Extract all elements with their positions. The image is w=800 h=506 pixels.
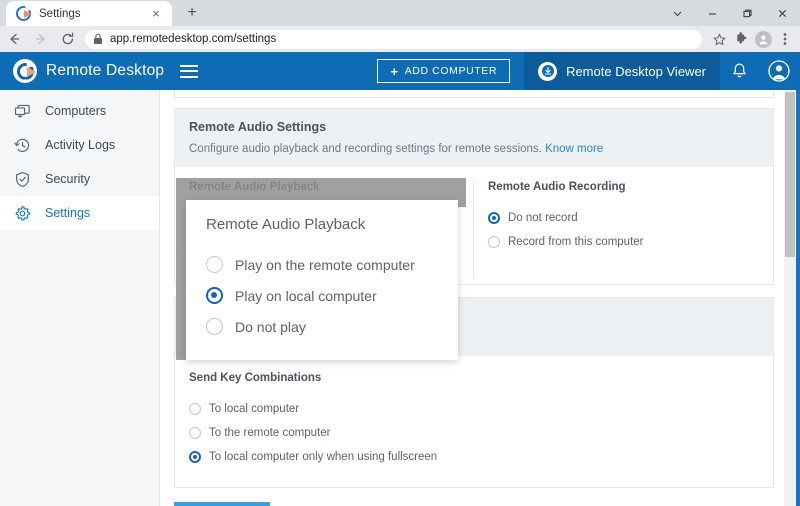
hamburger-menu-icon[interactable] <box>180 65 198 78</box>
header-actions: + ADD COMPUTER Remote Desktop Viewer <box>377 52 800 90</box>
radio-label: Do not play <box>235 319 306 335</box>
app-logo-icon <box>13 59 37 83</box>
dialog-option-row[interactable]: Do not play <box>206 311 458 342</box>
browser-tab-settings[interactable]: Settings × <box>6 1 172 26</box>
monitor-icon <box>14 103 36 120</box>
minimize-button[interactable] <box>695 0 730 26</box>
remote-audio-recording-column: Remote Audio Recording Do not record Rec… <box>474 181 773 278</box>
radio-button-selected[interactable] <box>488 212 500 224</box>
extensions-puzzle-icon[interactable] <box>730 28 752 50</box>
radio-label: To local computer only when using fullsc… <box>209 451 437 463</box>
forward-button[interactable] <box>27 26 54 52</box>
radio-label: To local computer <box>209 403 299 415</box>
sidebar-label: Activity Logs <box>45 138 115 152</box>
remote-desktop-viewer-button[interactable]: Remote Desktop Viewer <box>524 52 720 90</box>
content-scrollbar[interactable] <box>784 90 796 506</box>
browser-window: Settings × + <box>0 0 800 506</box>
recording-option-row[interactable]: Do not record <box>488 206 759 230</box>
brand-name: Remote Desktop <box>46 62 164 80</box>
radio-label: Record from this computer <box>508 236 644 248</box>
radio-label: Do not record <box>508 212 578 224</box>
section-title: Remote Audio Settings <box>189 120 759 134</box>
radio-label: Play on local computer <box>235 288 377 304</box>
omnibox-actions <box>708 28 800 50</box>
address-bar[interactable]: app.remotedesktop.com/settings <box>85 30 702 49</box>
radio-button[interactable] <box>189 403 201 415</box>
plus-icon: + <box>390 64 398 79</box>
sidebar-item-security[interactable]: Security <box>0 162 159 196</box>
radio-label: Play on the remote computer <box>235 257 415 273</box>
sidebar: Computers Activity Logs Security Setting… <box>0 90 160 506</box>
remote-audio-settings-header: Remote Audio Settings Configure audio pl… <box>175 109 773 167</box>
close-window-button[interactable] <box>765 0 800 26</box>
sidebar-label: Settings <box>45 206 90 220</box>
tab-search-chevron-icon[interactable] <box>660 0 695 26</box>
know-more-link[interactable]: Know more <box>545 143 603 155</box>
sidebar-item-computers[interactable]: Computers <box>0 94 159 128</box>
radio-button[interactable] <box>488 236 500 248</box>
add-computer-label: ADD COMPUTER <box>405 65 497 77</box>
radio-button-selected[interactable] <box>189 451 201 463</box>
sidebar-item-settings[interactable]: Settings <box>0 196 159 230</box>
send-keys-option-row[interactable]: To the remote computer <box>189 421 759 445</box>
gear-icon <box>14 205 36 222</box>
sidebar-label: Computers <box>45 104 106 118</box>
radio-button[interactable] <box>206 256 223 273</box>
radio-label: To the remote computer <box>209 427 330 439</box>
back-button[interactable] <box>0 26 27 52</box>
close-tab-icon[interactable]: × <box>148 7 164 20</box>
send-keys-option-row[interactable]: To local computer <box>189 397 759 421</box>
send-keys-option-row[interactable]: To local computer only when using fullsc… <box>189 445 759 469</box>
recording-option-row[interactable]: Record from this computer <box>488 230 759 254</box>
browser-toolbar: app.remotedesktop.com/settings <box>0 26 800 52</box>
favicon-icon <box>16 6 31 21</box>
app-header: Remote Desktop + ADD COMPUTER Remote Des… <box>0 52 800 90</box>
download-icon <box>538 62 557 81</box>
maximize-restore-button[interactable] <box>730 0 765 26</box>
sidebar-label: Security <box>45 172 90 186</box>
previous-section-card-cutoff <box>174 90 774 98</box>
section-description-text: Configure audio playback and recording s… <box>189 143 542 155</box>
dialog-option-row[interactable]: Play on the remote computer <box>206 249 458 280</box>
tab-strip: Settings × + <box>0 0 800 26</box>
brand[interactable]: Remote Desktop <box>0 59 164 83</box>
sidebar-item-activity-logs[interactable]: Activity Logs <box>0 128 159 162</box>
radio-button[interactable] <box>189 427 201 439</box>
scrollbar-thumb[interactable] <box>785 92 795 257</box>
window-controls <box>660 0 800 26</box>
send-keys-title: Send Key Combinations <box>189 372 759 384</box>
new-tab-button[interactable]: + <box>182 3 202 23</box>
radio-button-selected[interactable] <box>206 287 223 304</box>
shield-check-icon <box>14 171 36 188</box>
viewer-label: Remote Desktop Viewer <box>566 64 706 79</box>
lock-icon <box>93 33 103 45</box>
url-text: app.remotedesktop.com/settings <box>110 33 276 45</box>
reload-button[interactable] <box>54 26 81 52</box>
send-keys-body: Send Key Combinations To local computer … <box>175 356 773 487</box>
remote-audio-playback-dialog: Remote Audio Playback Play on the remote… <box>186 200 458 360</box>
dialog-title: Remote Audio Playback <box>206 216 458 233</box>
browser-menu-icon[interactable] <box>774 28 796 50</box>
add-computer-button[interactable]: + ADD COMPUTER <box>377 59 510 83</box>
user-avatar-icon[interactable] <box>758 60 800 82</box>
dialog-option-row[interactable]: Play on local computer <box>206 280 458 311</box>
notifications-bell-icon[interactable] <box>720 62 758 80</box>
recording-heading: Remote Audio Recording <box>488 181 759 193</box>
tab-title: Settings <box>39 8 148 20</box>
save-changes-button[interactable]: Save Changes <box>174 502 270 506</box>
profile-avatar[interactable] <box>752 28 774 50</box>
radio-button[interactable] <box>206 318 223 335</box>
history-icon <box>14 137 36 154</box>
bookmark-star-icon[interactable] <box>708 28 730 50</box>
section-description: Configure audio playback and recording s… <box>189 143 759 155</box>
